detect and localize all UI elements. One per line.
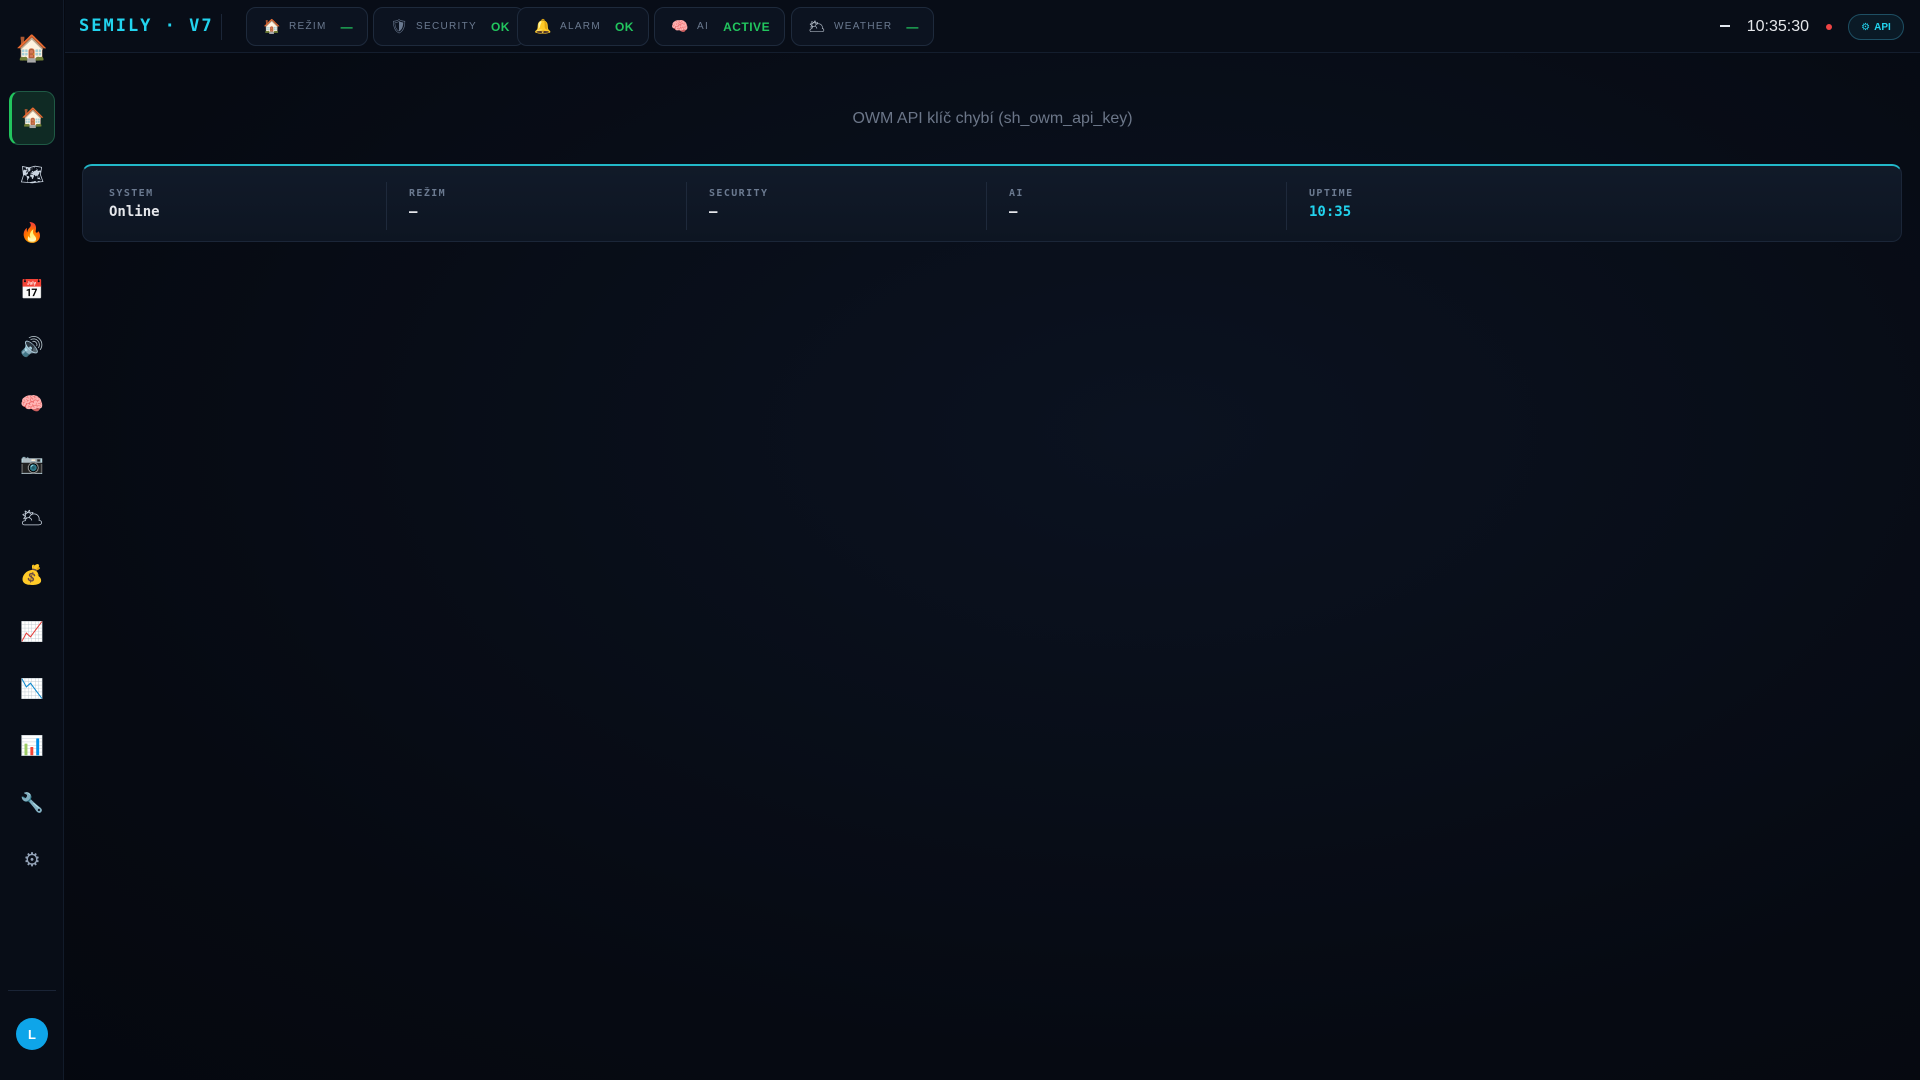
api-button[interactable]: ⚙ API: [1848, 14, 1904, 40]
sidebar-divider: [8, 990, 56, 991]
divider: [221, 14, 222, 40]
camera-icon: 📷: [20, 454, 44, 475]
bell-icon: 🔔: [534, 18, 552, 34]
pill-weather[interactable]: 🌥 WEATHER —: [791, 7, 934, 46]
sidebar: 🏠 🏠 🗺 🔥 📅 🔊 🧠 📷 🌥 💰 📈 📉 📊 🔧 ⚙ L: [0, 0, 64, 1080]
sidebar-item-tools[interactable]: 🔧: [10, 781, 54, 825]
pill-label: ALARM: [560, 21, 601, 32]
pill-value: ACTIVE: [723, 19, 771, 34]
sidebar-item-bar-chart[interactable]: 📊: [10, 724, 54, 768]
gear-icon: ⚙: [23, 849, 41, 871]
stat-label: UPTIME: [1309, 188, 1354, 199]
topbar: SEMILY · V7 🏠 REŽIM — 🛡 SECURITY OK 🔔 AL…: [65, 0, 1920, 53]
pill-value: —: [340, 19, 354, 34]
pill-security[interactable]: 🛡 SECURITY OK: [373, 7, 525, 46]
stat-label: REŽIM: [409, 188, 447, 199]
clock: 10:35:30: [1746, 18, 1809, 35]
pill-label: AI: [697, 21, 710, 32]
sidebar-item-speaker[interactable]: 🔊: [10, 325, 54, 369]
sidebar-item-fire[interactable]: 🔥: [10, 211, 54, 255]
stat-label: AI: [1009, 188, 1024, 199]
stat-value: —: [709, 204, 718, 220]
api-label: API: [1874, 21, 1891, 33]
sidebar-item-home[interactable]: 🏠: [9, 91, 55, 145]
avatar[interactable]: L: [16, 1018, 48, 1050]
sidebar-item-chart-down[interactable]: 📉: [10, 667, 54, 711]
stat-uptime: UPTIME 10:35: [1283, 166, 1583, 242]
stat-value: 10:35: [1309, 204, 1352, 220]
stat-value: —: [409, 204, 418, 220]
calendar-icon: 📅: [20, 280, 44, 301]
map-icon: 🗺: [19, 165, 45, 186]
brain-icon: 🧠: [671, 18, 689, 34]
wrench-icon: 🔧: [20, 793, 44, 814]
sidebar-item-chart-up[interactable]: 📈: [10, 610, 54, 654]
bar-chart-icon: 📊: [20, 736, 44, 757]
pill-alarm[interactable]: 🔔 ALARM OK: [517, 7, 649, 46]
pill-value: OK: [490, 19, 510, 34]
home-icon: 🏠: [21, 108, 45, 129]
sidebar-item-brain[interactable]: 🧠: [10, 382, 54, 426]
pill-mode[interactable]: 🏠 REŽIM —: [246, 7, 369, 46]
pill-label: REŽIM: [289, 21, 327, 32]
pill-value: —: [906, 19, 919, 34]
pill-label: SECURITY: [416, 21, 477, 32]
sidebar-item-settings[interactable]: ⚙: [10, 838, 54, 882]
speaker-icon: 🔊: [20, 337, 44, 358]
stat-security: SECURITY —: [683, 166, 983, 242]
sidebar-item-camera[interactable]: 📷: [10, 442, 54, 486]
shield-icon: 🛡: [390, 18, 408, 34]
brand-title: SEMILY · V7: [79, 16, 214, 36]
cloud-icon: 🌥: [19, 508, 45, 529]
stat-label: SECURITY: [709, 188, 769, 199]
sidebar-item-money[interactable]: 💰: [10, 553, 54, 597]
sidebar-item-calendar[interactable]: 📅: [10, 268, 54, 312]
stat-value: —: [1009, 204, 1018, 220]
pill-label: WEATHER: [834, 21, 893, 32]
connection-status-dot: [1826, 24, 1832, 30]
stat-system: SYSTEM Online: [83, 166, 383, 242]
home-logo-icon[interactable]: 🏠: [12, 30, 52, 66]
house-icon: 🏠: [263, 18, 281, 34]
system-status-card: SYSTEM Online REŽIM — SECURITY — AI — UP…: [82, 164, 1902, 242]
chart-up-icon: 📈: [20, 622, 44, 643]
fire-icon: 🔥: [20, 223, 44, 244]
stat-mode: REŽIM —: [383, 166, 683, 242]
api-key-notice: OWM API klíč chybí (sh_owm_api_key): [852, 110, 1133, 127]
money-bag-icon: 💰: [20, 565, 44, 586]
minimize-icon[interactable]: [1720, 25, 1730, 27]
sidebar-item-weather[interactable]: 🌥: [10, 496, 54, 540]
stat-ai: AI —: [983, 166, 1283, 242]
chart-down-icon: 📉: [20, 679, 44, 700]
pill-value: OK: [614, 19, 634, 34]
sidebar-item-map[interactable]: 🗺: [10, 153, 54, 197]
stat-label: SYSTEM: [109, 188, 154, 199]
brain-icon: 🧠: [20, 394, 44, 415]
stat-value: Online: [109, 204, 160, 220]
pill-ai[interactable]: 🧠 AI ACTIVE: [654, 7, 786, 46]
cloud-icon: 🌥: [808, 18, 826, 34]
gear-icon: ⚙: [1861, 21, 1871, 33]
